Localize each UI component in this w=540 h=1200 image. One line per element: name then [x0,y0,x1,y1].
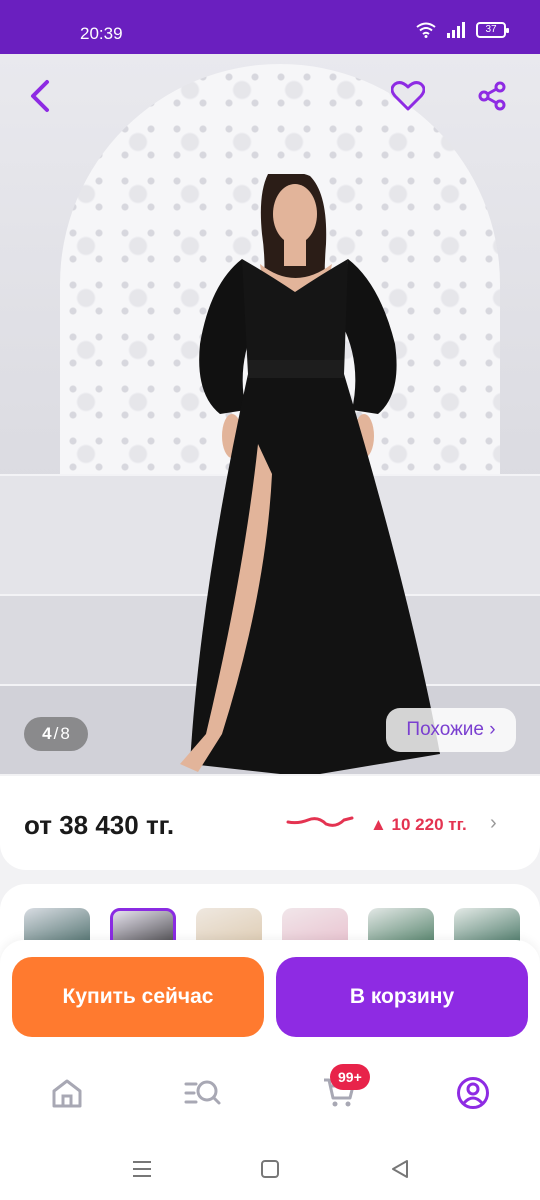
home-system-button[interactable] [256,1155,284,1183]
purchase-bar: Купить сейчас В корзину [0,940,540,1050]
price-history-chevron[interactable]: › [490,812,497,835]
add-to-cart-button[interactable]: В корзину [276,957,528,1037]
profile-icon [457,1077,489,1109]
cart-count-badge: 99+ [330,1064,370,1090]
system-navigation-bar [0,1135,540,1200]
recent-apps-button[interactable] [128,1155,156,1183]
similar-items-button[interactable]: Похожие › [386,708,516,752]
signal-icon [447,22,465,38]
price-card[interactable]: от 38 430 тг. ▲ 10 220 тг. › [0,776,540,870]
current-image-number: 4 [42,724,52,743]
price-change: ▲ 10 220 тг. [370,815,467,834]
tab-home[interactable] [42,1068,92,1118]
dress-image [180,174,440,774]
status-time: 20:39 [80,24,123,43]
wifi-icon [416,22,436,38]
status-bar: 20:39 37 [0,0,540,54]
chevron-left-icon [31,80,49,112]
buy-now-button[interactable]: Купить сейчас [12,957,264,1037]
menu-icon [133,1161,151,1177]
triangle-back-icon [392,1160,408,1178]
tab-profile[interactable] [448,1068,498,1118]
image-page-counter: 4 / 8 [24,717,88,751]
tab-catalog-search[interactable] [178,1068,228,1118]
heart-icon [391,81,425,111]
battery-icon: 37 [476,22,509,38]
square-icon [261,1160,279,1178]
catalog-search-icon [184,1080,221,1105]
status-icons: 37 [416,22,509,38]
share-button[interactable] [470,74,514,118]
product-photo[interactable]: 4 / 8 Похожие › [0,54,540,774]
favorite-button[interactable] [386,74,430,118]
price-trend-icon [286,816,354,827]
page-separator: / [53,724,59,743]
bottom-tab-bar: 99+ [0,1050,540,1135]
back-button[interactable] [18,74,62,118]
total-image-count: 8 [60,724,70,743]
product-price: от 38 430 тг. [24,810,175,840]
back-system-button[interactable] [386,1155,414,1183]
home-icon [52,1079,82,1108]
share-icon [478,81,506,111]
